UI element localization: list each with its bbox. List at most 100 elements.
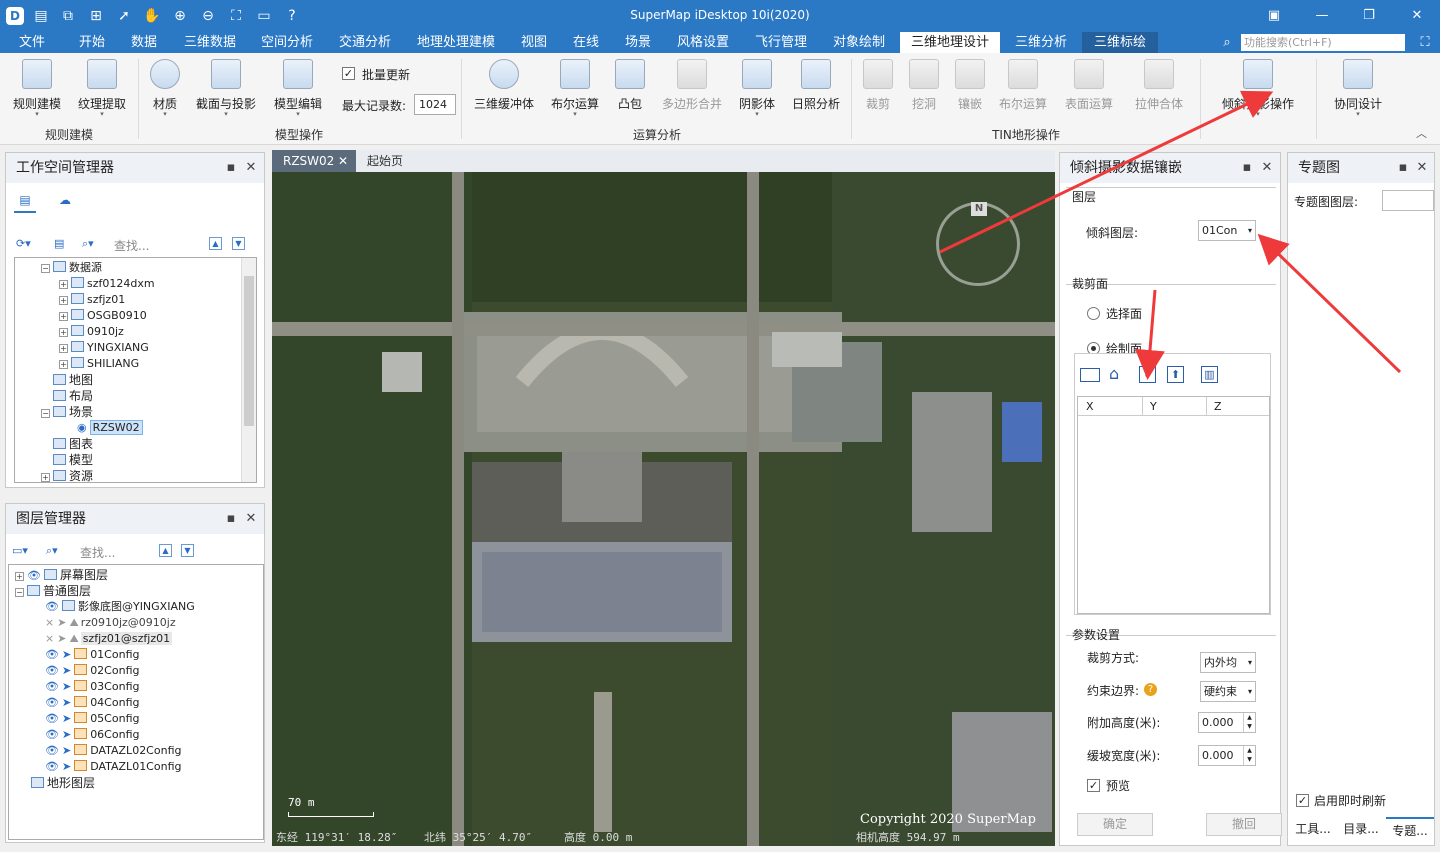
menu-geoprocessing[interactable]: 地理处理建模 [408, 32, 504, 53]
sunlight-analysis-button[interactable]: 日照分析 [788, 57, 844, 121]
texture-extract-button[interactable]: 纹理提取 ▾ [72, 57, 132, 121]
select-arrow-icon[interactable]: ➤ [62, 648, 71, 661]
radio-select-face[interactable] [1087, 307, 1100, 320]
tin-boolean-button[interactable]: 布尔运算 [994, 57, 1052, 121]
menu-scene[interactable]: 场景 [616, 32, 660, 53]
tab-close-icon[interactable]: ✕ [338, 150, 348, 172]
model-edit-button[interactable]: 模型编辑 ▾ [270, 57, 326, 121]
menu-file[interactable]: 文件 [10, 32, 54, 53]
scene-tab-icon[interactable]: ☁ [54, 193, 76, 213]
tree-datasource-item[interactable]: +0910jz [59, 324, 124, 340]
tree-scrollbar[interactable] [241, 258, 256, 482]
help-icon[interactable]: ? [1144, 683, 1157, 696]
menu-object-draw[interactable]: 对象绘制 [824, 32, 894, 53]
tree-layouts[interactable]: 布局 [53, 388, 93, 404]
tab-rzsw02[interactable]: RZSW02 ✕ [272, 150, 356, 172]
menu-flight[interactable]: 飞行管理 [746, 32, 816, 53]
eye-icon[interactable]: 👁 [45, 728, 59, 741]
export-icon[interactable]: ⬆ [1167, 366, 1184, 383]
menu-3d-plotting[interactable]: 三维标绘 [1082, 32, 1158, 53]
thematic-layer-select[interactable] [1382, 190, 1434, 211]
boundary-select[interactable]: 硬约束 ▾ [1200, 681, 1256, 702]
menu-view[interactable]: 视图 [512, 32, 556, 53]
eye-icon[interactable]: 👁 [45, 744, 59, 757]
boolean-button[interactable]: 布尔运算 ▾ [546, 57, 604, 121]
layer-item[interactable]: 👁 ➤ 04Config [45, 695, 139, 711]
layer-down-icon[interactable]: ▼ [181, 544, 194, 557]
tree-datasources[interactable]: − 数据源 [41, 260, 102, 276]
menu-3d-analysis[interactable]: 三维分析 [1006, 32, 1076, 53]
minimize-button[interactable]: — [1309, 4, 1335, 28]
pin-icon[interactable]: ▪ [224, 153, 238, 183]
layer-item[interactable]: 👁 ➤ 03Config [45, 679, 139, 695]
maximize-button[interactable]: ❐ [1356, 4, 1382, 28]
menu-spatial-analysis[interactable]: 空间分析 [252, 32, 322, 53]
layer-screen[interactable]: + 👁 屏幕图层 [15, 567, 108, 583]
workspace-search-input[interactable]: 查找... [114, 237, 149, 254]
select-arrow-icon[interactable]: ➤ [57, 632, 66, 645]
realtime-refresh-checkbox[interactable]: ✓ [1296, 794, 1309, 807]
preview-checkbox[interactable]: ✓ [1087, 779, 1100, 792]
layer-up-icon[interactable]: ▲ [159, 544, 172, 557]
select-arrow-icon[interactable]: ➤ [62, 728, 71, 741]
thematic-close-icon[interactable]: ✕ [1415, 153, 1429, 183]
select-arrow-icon[interactable]: ➤ [62, 680, 71, 693]
collaborative-design-button[interactable]: 协同设计 ▾ [1326, 57, 1390, 121]
select-arrow-icon[interactable]: ➤ [62, 696, 71, 709]
collapse-ribbon-icon[interactable]: ︿ [1416, 125, 1427, 141]
draw-rectangle-icon[interactable] [1080, 368, 1100, 382]
tree-resources[interactable]: + 资源 [41, 468, 93, 482]
batch-update-checkbox[interactable]: ✓ [342, 67, 355, 80]
eye-icon[interactable]: 👁 [45, 648, 59, 661]
section-projection-button[interactable]: 截面与投影 ▾ [192, 57, 260, 121]
layer-search-input[interactable]: 查找... [80, 544, 115, 561]
material-button[interactable]: 材质 ▾ [144, 57, 186, 121]
layer-item[interactable]: 👁 ➤ 01Config [45, 647, 139, 663]
layer-item[interactable]: 👁 ➤ 02Config [45, 663, 139, 679]
tree-datasource-item[interactable]: + YINGXIANG [59, 340, 149, 356]
slope-width-input[interactable]: 0.000 ▲ ▼ [1198, 745, 1256, 766]
extrude-merge-button[interactable]: 拉伸合体 [1124, 57, 1194, 121]
workspace-close-icon[interactable]: ✕ [244, 153, 258, 183]
tab-start-page[interactable]: 起始页 [356, 150, 416, 172]
oblique-layer-select[interactable]: 01Con ▾ [1198, 220, 1256, 241]
workspace-open-icon[interactable]: ⟳▾ [16, 237, 31, 250]
layer-item[interactable]: 👁 影像底图@YINGXIANG [45, 599, 195, 615]
tree-charts[interactable]: 图表 [53, 436, 93, 452]
tree-models[interactable]: 模型 [53, 452, 93, 468]
import-icon[interactable]: ⬇ [1139, 366, 1156, 383]
max-records-input[interactable]: 1024 [414, 94, 456, 115]
polygon-merge-button[interactable]: 多边形合并 [656, 57, 728, 121]
oblique-close-icon[interactable]: ✕ [1260, 153, 1274, 183]
move-up-icon[interactable]: ▲ [209, 237, 222, 250]
tab-thematic[interactable]: 专题... [1386, 817, 1434, 841]
layer-terrain[interactable]: 地形图层 [31, 775, 95, 791]
surface-op-button[interactable]: 表面运算 [1060, 57, 1118, 121]
layer-search-icon[interactable]: ⌕▾ [46, 544, 58, 558]
eye-hidden-icon[interactable]: ⨯ [45, 616, 54, 629]
rule-model-button[interactable]: 规则建模 ▾ [6, 57, 68, 121]
layer-normal[interactable]: − 普通图层 [15, 583, 91, 599]
layer-item[interactable]: 👁 ➤ DATAZL01Config [45, 759, 181, 775]
select-arrow-icon[interactable]: ➤ [62, 760, 71, 773]
tab-catalog[interactable]: 目录... [1338, 817, 1384, 841]
menu-online[interactable]: 在线 [564, 32, 608, 53]
delete-icon[interactable]: ▥ [1201, 366, 1218, 383]
tree-datasource-item[interactable]: + szf0124dxm [59, 276, 155, 292]
eye-icon[interactable]: 👁 [45, 600, 59, 613]
layer-item[interactable]: ⨯ ➤ ⛰ rz0910jz@0910jz [45, 615, 176, 631]
eye-icon[interactable]: 👁 [27, 569, 41, 582]
tree-datasource-item[interactable]: + szfjz01 [59, 292, 125, 308]
layer-item[interactable]: 👁 ➤ 05Config [45, 711, 139, 727]
menu-style[interactable]: 风格设置 [668, 32, 738, 53]
tin-clip-button[interactable]: 裁剪 [858, 57, 898, 121]
tab-tools[interactable]: 工具... [1290, 817, 1336, 841]
select-arrow-icon[interactable]: ➤ [62, 664, 71, 677]
eye-icon[interactable]: 👁 [45, 760, 59, 773]
tin-dig-button[interactable]: 挖洞 [904, 57, 944, 121]
pin-icon[interactable]: ▪ [1240, 153, 1254, 183]
tree-scenes[interactable]: − 场景 [41, 404, 93, 420]
clip-mode-select[interactable]: 内外均 ▾ [1200, 652, 1256, 673]
pin-icon[interactable]: ▪ [1396, 153, 1410, 183]
function-search-input[interactable]: 功能搜索(Ctrl+F) [1241, 34, 1405, 51]
